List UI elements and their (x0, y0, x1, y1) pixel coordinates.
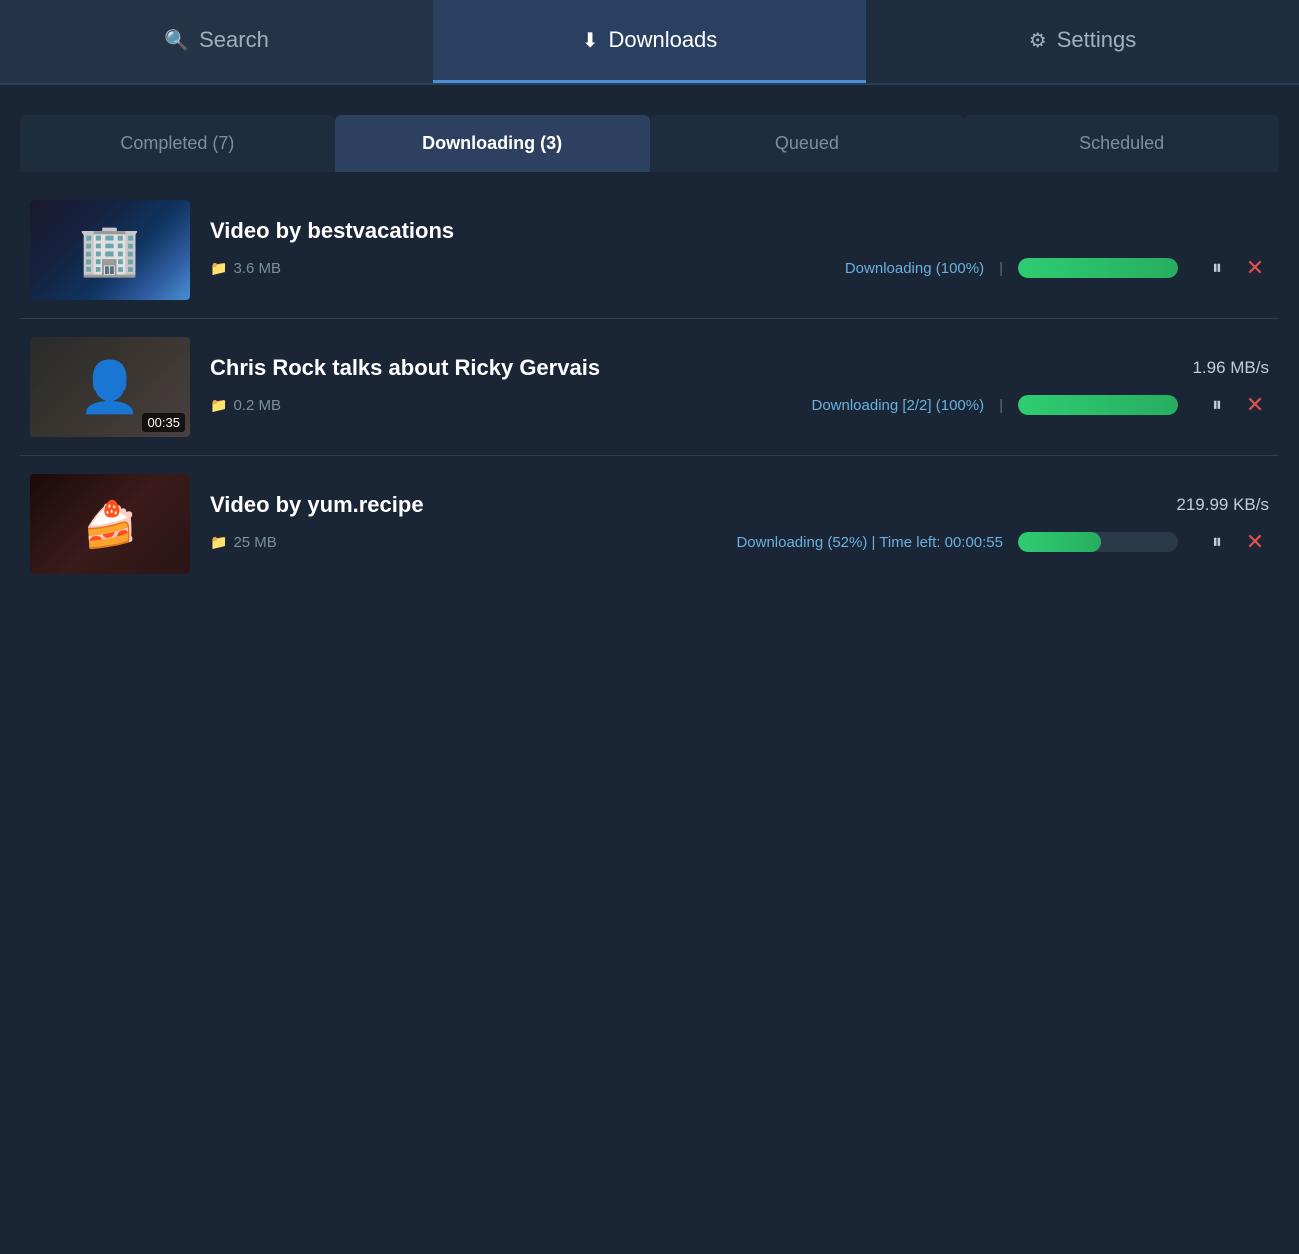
nav-settings-label: Settings (1057, 27, 1137, 53)
download-item: 00:35 Chris Rock talks about Ricky Gerva… (20, 319, 1279, 456)
cancel-button[interactable]: ✕ (1241, 528, 1269, 556)
status-text: Downloading (52%) | Time left: 00:00:55 (736, 534, 1003, 551)
nav-search-label: Search (199, 27, 269, 53)
status-row: Downloading (52%) | Time left: 00:00:55 … (736, 528, 1269, 556)
progress-bar (1018, 258, 1178, 278)
progress-bar-container (1018, 395, 1178, 415)
search-icon: 🔍 (164, 28, 189, 53)
top-navigation: 🔍 Search ⬇ Downloads ⚙ Settings (0, 0, 1299, 85)
bottom-row: 📁 0.2 MB Downloading [2/2] (100%) | ⏸ ✕ (210, 391, 1269, 419)
timestamp: 00:35 (142, 413, 185, 432)
cancel-button[interactable]: ✕ (1241, 254, 1269, 282)
thumbnail (30, 474, 190, 574)
download-speed: 1.96 MB/s (1192, 358, 1269, 378)
tab-queued[interactable]: Queued (650, 115, 965, 172)
tab-completed[interactable]: Completed (7) (20, 115, 335, 172)
action-buttons: ⏸ ✕ (1203, 391, 1269, 419)
tab-downloading[interactable]: Downloading (3) (335, 115, 650, 172)
separator: | (999, 397, 1003, 414)
title-row: Video by yum.recipe 219.99 KB/s (210, 492, 1269, 518)
download-info: Video by bestvacations 📁 3.6 MB Download… (210, 218, 1269, 282)
status-text: Downloading [2/2] (100%) (811, 397, 984, 414)
bottom-row: 📁 3.6 MB Downloading (100%) | ⏸ ✕ (210, 254, 1269, 282)
gear-icon: ⚙ (1029, 28, 1047, 53)
action-buttons: ⏸ ✕ (1203, 528, 1269, 556)
download-info: Chris Rock talks about Ricky Gervais 1.9… (210, 355, 1269, 419)
file-size: 📁 3.6 MB (210, 260, 281, 277)
bottom-row: 📁 25 MB Downloading (52%) | Time left: 0… (210, 528, 1269, 556)
folder-icon: 📁 (210, 260, 227, 277)
thumbnail: 00:35 (30, 337, 190, 437)
nav-settings[interactable]: ⚙ Settings (866, 0, 1299, 83)
status-row: Downloading [2/2] (100%) | ⏸ ✕ (811, 391, 1269, 419)
progress-bar-container (1018, 532, 1178, 552)
download-item: Video by bestvacations 📁 3.6 MB Download… (20, 182, 1279, 319)
nav-search[interactable]: 🔍 Search (0, 0, 433, 83)
title-row: Video by bestvacations (210, 218, 1269, 244)
separator: | (999, 260, 1003, 277)
file-size: 📁 25 MB (210, 534, 277, 551)
cancel-button[interactable]: ✕ (1241, 391, 1269, 419)
progress-bar-container (1018, 258, 1178, 278)
nav-downloads[interactable]: ⬇ Downloads (433, 0, 866, 83)
action-buttons: ⏸ ✕ (1203, 254, 1269, 282)
tabs-container: Completed (7) Downloading (3) Queued Sch… (0, 95, 1299, 172)
download-info: Video by yum.recipe 219.99 KB/s 📁 25 MB … (210, 492, 1269, 556)
download-title: Video by bestvacations (210, 218, 454, 244)
downloads-list: Video by bestvacations 📁 3.6 MB Download… (0, 172, 1299, 602)
download-title: Video by yum.recipe (210, 492, 424, 518)
download-icon: ⬇ (582, 28, 599, 53)
title-row: Chris Rock talks about Ricky Gervais 1.9… (210, 355, 1269, 381)
tab-scheduled[interactable]: Scheduled (964, 115, 1279, 172)
status-row: Downloading (100%) | ⏸ ✕ (845, 254, 1269, 282)
folder-icon: 📁 (210, 534, 227, 551)
status-text: Downloading (100%) (845, 260, 984, 277)
pause-button[interactable]: ⏸ (1203, 254, 1231, 282)
download-speed: 219.99 KB/s (1176, 495, 1269, 515)
folder-icon: 📁 (210, 397, 227, 414)
file-size: 📁 0.2 MB (210, 397, 281, 414)
download-item: Video by yum.recipe 219.99 KB/s 📁 25 MB … (20, 456, 1279, 592)
nav-downloads-label: Downloads (608, 27, 717, 53)
pause-button[interactable]: ⏸ (1203, 528, 1231, 556)
progress-bar (1018, 395, 1178, 415)
pause-button[interactable]: ⏸ (1203, 391, 1231, 419)
progress-bar (1018, 532, 1101, 552)
download-title: Chris Rock talks about Ricky Gervais (210, 355, 600, 381)
thumbnail (30, 200, 190, 300)
